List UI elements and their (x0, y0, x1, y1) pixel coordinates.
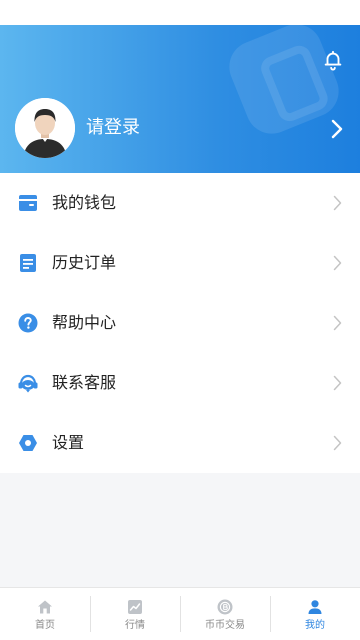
tab-label: 首页 (35, 620, 55, 631)
home-icon (38, 600, 52, 614)
chevron-right-icon (333, 375, 342, 391)
login-link[interactable]: 请登录 (86, 116, 140, 140)
profile-screen: 请登录 我的钱包 历史订单 帮助中心 联系客服 设置 首页 行情 币币交易 我的 (0, 0, 360, 640)
tab-coin-trade[interactable]: 币币交易 (180, 588, 270, 640)
tab-mine[interactable]: 我的 (270, 588, 360, 640)
default-user-avatar-icon (15, 98, 75, 158)
chevron-right-icon (333, 255, 342, 271)
bottom-tab-bar: 首页 行情 币币交易 我的 (0, 587, 360, 640)
chevron-right-icon (333, 315, 342, 331)
order-list-icon (20, 254, 36, 272)
menu-list: 我的钱包 历史订单 帮助中心 联系客服 设置 (0, 173, 360, 473)
wallet-icon (19, 195, 37, 211)
tab-label: 币币交易 (205, 620, 245, 631)
chevron-right-icon (333, 195, 342, 211)
avatar[interactable] (15, 98, 75, 158)
menu-item-label: 设置 (52, 433, 85, 452)
bell-icon[interactable] (322, 49, 344, 71)
status-bar (0, 0, 360, 25)
menu-item-label: 联系客服 (52, 373, 117, 392)
menu-item-help-center[interactable]: 帮助中心 (0, 293, 360, 353)
menu-item-label: 帮助中心 (52, 313, 117, 332)
settings-icon (19, 435, 37, 451)
profile-header: 请登录 (0, 25, 360, 173)
user-icon (308, 600, 322, 614)
menu-item-label: 历史订单 (52, 253, 117, 272)
tab-label: 行情 (125, 620, 145, 631)
menu-item-order-history[interactable]: 历史订单 (0, 233, 360, 293)
headset-icon (18, 374, 38, 393)
menu-item-customer-service[interactable]: 联系客服 (0, 353, 360, 413)
coin-icon (217, 599, 233, 615)
tab-home[interactable]: 首页 (0, 588, 90, 640)
chevron-right-icon (333, 435, 342, 451)
help-icon (18, 313, 38, 333)
tab-market[interactable]: 行情 (90, 588, 180, 640)
menu-item-label: 我的钱包 (52, 193, 117, 212)
menu-item-wallet[interactable]: 我的钱包 (0, 173, 360, 233)
market-chart-icon (128, 600, 142, 614)
bitcoin-watermark-icon (221, 25, 347, 142)
tab-label: 我的 (305, 620, 325, 631)
menu-item-settings[interactable]: 设置 (0, 413, 360, 473)
chevron-right-icon[interactable] (330, 118, 344, 140)
